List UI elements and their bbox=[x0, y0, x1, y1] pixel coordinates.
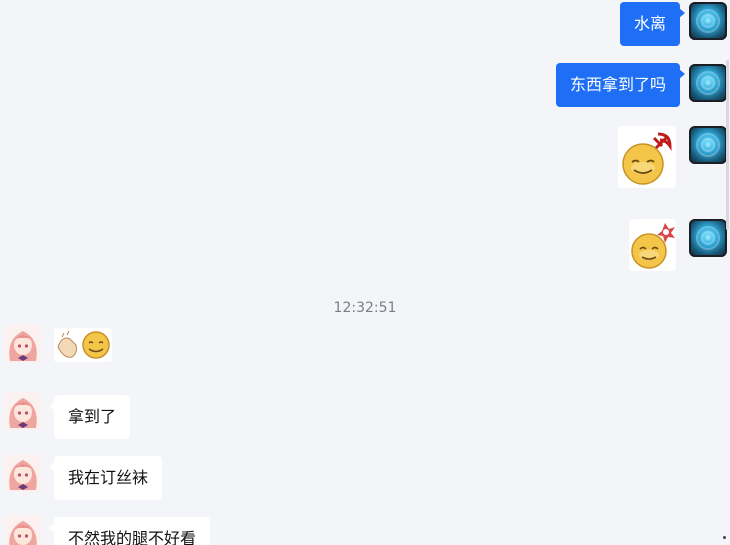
anime-girl-avatar-icon bbox=[4, 515, 42, 545]
chat-window: 水离 东西拿到了吗 12:32:51 拿到了 我在订丝袜 不然我的腿不好看 bbox=[0, 0, 730, 545]
message-bubble-self[interactable]: 东西拿到了吗 bbox=[555, 63, 686, 107]
message-text: 拿到了 bbox=[68, 407, 117, 426]
message-text: 我在订丝袜 bbox=[68, 468, 149, 487]
message-text: 水离 bbox=[633, 14, 666, 33]
message-text: 不然我的腿不好看 bbox=[68, 529, 197, 545]
chat-scrollbar[interactable] bbox=[724, 0, 730, 545]
anime-girl-avatar-icon bbox=[4, 454, 42, 492]
contact-avatar[interactable] bbox=[4, 515, 42, 545]
message-bubble-other[interactable]: 不然我的腿不好看 bbox=[48, 517, 211, 545]
clap-smiley-icon bbox=[54, 328, 112, 362]
message-bubble-other[interactable]: 我在订丝袜 bbox=[48, 456, 163, 500]
anime-girl-avatar-icon bbox=[4, 325, 42, 363]
sticker-message-other[interactable] bbox=[54, 325, 112, 363]
message-timestamp: 12:32:51 bbox=[333, 300, 397, 316]
self-avatar[interactable] bbox=[689, 126, 727, 164]
smiley-hammer-sickle-icon bbox=[622, 132, 672, 185]
self-avatar[interactable] bbox=[689, 219, 727, 257]
contact-avatar[interactable] bbox=[4, 325, 42, 363]
self-avatar[interactable] bbox=[689, 2, 727, 40]
self-avatar[interactable] bbox=[689, 64, 727, 102]
smiley-angry-icon bbox=[631, 223, 675, 269]
contact-avatar[interactable] bbox=[4, 454, 42, 492]
message-text: 东西拿到了吗 bbox=[569, 75, 666, 94]
sticker-message-self[interactable] bbox=[629, 219, 676, 271]
message-bubble-self[interactable]: 水离 bbox=[619, 2, 686, 46]
indicator-dot bbox=[723, 536, 726, 539]
contact-avatar[interactable] bbox=[4, 392, 42, 430]
message-bubble-other[interactable]: 拿到了 bbox=[48, 395, 131, 439]
scrollbar-thumb[interactable] bbox=[726, 60, 729, 230]
anime-girl-avatar-icon bbox=[4, 392, 42, 430]
sticker-message-self[interactable] bbox=[618, 126, 676, 188]
